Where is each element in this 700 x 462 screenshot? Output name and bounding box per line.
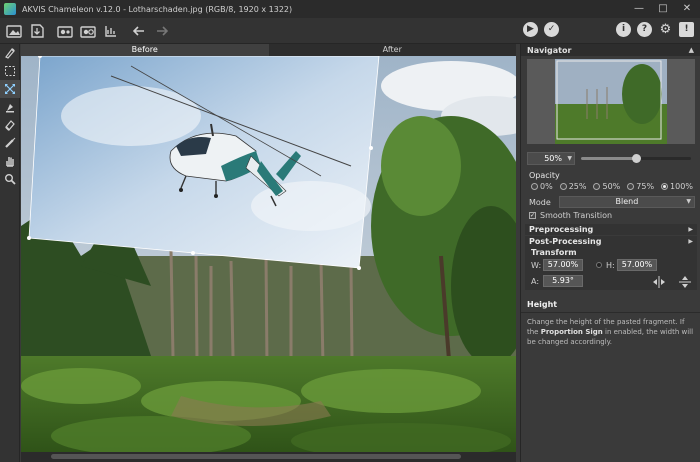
angle-label: A: — [531, 277, 540, 286]
open-fragment-2-icon[interactable] — [79, 22, 97, 40]
opacity-radio-0[interactable]: 0% — [531, 182, 553, 191]
chevron-right-icon: ▶ — [688, 238, 693, 245]
save-icon[interactable] — [28, 22, 46, 40]
redo-icon[interactable] — [153, 22, 171, 40]
opacity-option-label: 75% — [636, 182, 655, 191]
stamp-icon[interactable] — [0, 98, 20, 116]
smooth-transition-row[interactable]: ✓ Smooth Transition — [529, 211, 612, 220]
minimize-icon[interactable]: — — [632, 2, 646, 16]
flip-vertical-icon[interactable] — [677, 274, 693, 290]
maximize-icon[interactable]: □ — [656, 2, 670, 16]
postprocessing-label: Post-Processing — [529, 237, 602, 246]
close-icon[interactable]: ✕ — [680, 2, 694, 16]
scrollbar-thumb[interactable] — [51, 454, 461, 459]
zoom-slider-handle[interactable] — [632, 153, 641, 163]
open-image-icon[interactable] — [5, 22, 23, 40]
opacity-radio-50[interactable]: 50% — [593, 182, 620, 191]
title-bar: AKVIS Chameleon v.12.0 - Lotharschaden.j… — [0, 0, 700, 18]
zoom-value: 50% — [544, 153, 562, 163]
app-logo-icon — [4, 3, 16, 15]
hand-icon[interactable] — [0, 152, 20, 170]
width-label: W: — [531, 261, 542, 270]
window-title: AKVIS Chameleon v.12.0 - Lotharschaden.j… — [22, 4, 293, 14]
help-title: Height — [527, 300, 558, 309]
run-icon[interactable]: ▶ — [523, 22, 538, 37]
flip-horizontal-icon[interactable] — [651, 274, 667, 290]
navigator-preview[interactable] — [527, 59, 695, 144]
opacity-option-label: 0% — [540, 182, 553, 191]
navigator-thumbnail — [527, 59, 695, 144]
mode-dropdown[interactable]: Blend ▼ — [558, 196, 695, 208]
brush-icon[interactable] — [0, 134, 20, 152]
transform-label: Transform — [531, 248, 577, 257]
height-field[interactable]: 57.00% — [617, 259, 657, 271]
smooth-transition-checkbox[interactable]: ✓ — [529, 212, 536, 219]
horizontal-scrollbar[interactable] — [21, 452, 516, 462]
opacity-option-label: 50% — [602, 182, 621, 191]
apply-icon[interactable]: ✓ — [544, 22, 559, 37]
chevron-right-icon: ▶ — [688, 226, 693, 233]
radio-dot[interactable] — [531, 183, 538, 190]
opacity-option-label: 25% — [568, 182, 587, 191]
zoom-row: 50% ▼ — [527, 150, 695, 166]
navigator-header[interactable]: Navigator ▲ — [521, 44, 700, 56]
pasted-fragment[interactable] — [27, 56, 380, 270]
proportion-link-icon[interactable] — [596, 262, 602, 268]
view-tabs: Before After — [21, 44, 516, 56]
smooth-transition-label: Smooth Transition — [540, 211, 613, 220]
tab-before[interactable]: Before — [21, 44, 269, 56]
zoom-icon[interactable] — [0, 170, 20, 188]
help-text-bold: Proportion Sign — [540, 328, 603, 336]
angle-field[interactable]: 5.93° — [543, 275, 583, 287]
height-label: H: — [606, 261, 615, 270]
zoom-slider-fill — [581, 156, 636, 160]
opacity-radio-100[interactable]: 100% — [661, 182, 693, 191]
batch-icon[interactable] — [102, 22, 120, 40]
opacity-option-label: 100% — [670, 182, 693, 191]
tool-strip — [0, 44, 20, 462]
opacity-options: 0% 25% 50% 75% 100% — [531, 182, 693, 191]
undo-icon[interactable] — [130, 22, 148, 40]
preprocessing-label: Preprocessing — [529, 225, 594, 234]
settings-panel: Navigator ▲ 50% ▼ Opacity 0% 25% 50% 75% 100… — [520, 44, 700, 462]
mode-row: Mode Blend ▼ — [529, 196, 695, 208]
image-canvas[interactable] — [21, 56, 516, 452]
collapse-arrow-icon[interactable]: ▲ — [689, 46, 694, 54]
help-text: Change the height of the pasted fragment… — [527, 317, 697, 347]
zoom-dropdown[interactable]: 50% ▼ — [527, 151, 575, 165]
radio-dot[interactable] — [593, 183, 601, 190]
transform-section: Transform W: 57.00% H: 57.00% A: 5.93° — [525, 246, 697, 290]
toolbar: ▶ ✓ i ? ⚙ ! — [0, 18, 700, 44]
width-field[interactable]: 57.00% — [543, 259, 583, 271]
notifications-icon[interactable]: ! — [679, 22, 694, 37]
radio-dot[interactable] — [559, 183, 567, 190]
tab-after[interactable]: After — [269, 44, 517, 56]
chevron-down-icon: ▼ — [567, 154, 572, 162]
opacity-label: Opacity — [529, 171, 560, 180]
mode-label: Mode — [529, 197, 551, 207]
opacity-radio-25[interactable]: 25% — [559, 182, 587, 191]
mode-value: Blend — [615, 197, 639, 206]
transform-icon[interactable] — [0, 80, 20, 98]
help-icon[interactable]: ? — [637, 22, 652, 37]
open-fragment-icon[interactable] — [56, 22, 74, 40]
radio-dot[interactable] — [627, 183, 635, 190]
opacity-radio-75[interactable]: 75% — [627, 182, 654, 191]
eraser-icon[interactable] — [0, 116, 20, 134]
info-icon[interactable]: i — [616, 22, 631, 37]
radio-dot[interactable] — [661, 183, 669, 190]
settings-icon[interactable]: ⚙ — [658, 22, 673, 37]
rect-selection-icon[interactable] — [0, 62, 20, 80]
forest-photo — [21, 56, 516, 452]
zoom-slider[interactable] — [581, 153, 691, 163]
preprocessing-section[interactable]: Preprocessing ▶ — [525, 224, 697, 235]
navigator-title: Navigator — [527, 45, 572, 55]
help-divider — [521, 312, 700, 313]
selection-brush-icon[interactable] — [0, 44, 20, 62]
chevron-down-icon: ▼ — [686, 198, 691, 205]
